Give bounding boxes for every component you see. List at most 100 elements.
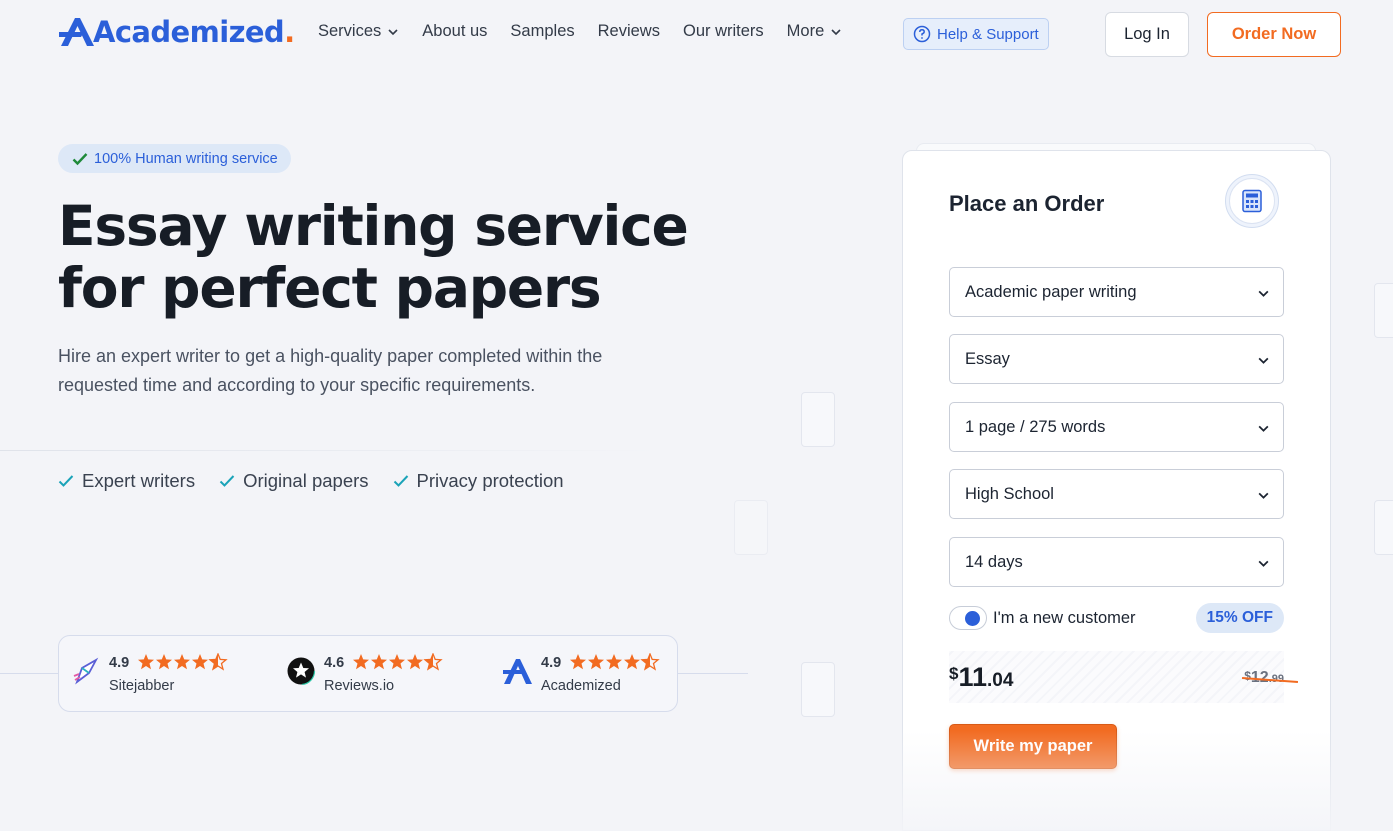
feature-label: Expert writers bbox=[82, 470, 196, 491]
checkmark-icon bbox=[72, 152, 88, 165]
rating-sitejabber[interactable]: 4.9 Sitejabber bbox=[71, 650, 261, 700]
site-header: Academized. Services About us Samples Re… bbox=[0, 0, 1393, 68]
ratings-bar: 4.9 Sitejabber 4.6 Reviews.io 4.9 Academ… bbox=[58, 635, 678, 712]
feature-item: Original papers bbox=[219, 470, 369, 492]
page-count-select[interactable]: 1 page / 275 words bbox=[949, 402, 1284, 452]
help-support-button[interactable]: Help & Support bbox=[903, 18, 1049, 50]
background-tile bbox=[1374, 500, 1393, 555]
calculator-icon bbox=[1242, 189, 1262, 213]
new-customer-row: I'm a new customer 15% OFF bbox=[949, 603, 1284, 633]
nav-item-label: Services bbox=[318, 22, 382, 40]
chevron-down-icon bbox=[1258, 425, 1269, 432]
question-circle-icon bbox=[913, 25, 931, 43]
select-value: Academic paper writing bbox=[965, 282, 1137, 301]
price-cents: .04 bbox=[987, 670, 1014, 691]
price-calculator-button[interactable] bbox=[1225, 174, 1279, 228]
nav-item-label: Reviews bbox=[597, 22, 660, 40]
rating-reviews-io[interactable]: 4.6 Reviews.io bbox=[286, 650, 476, 700]
feature-item: Privacy protection bbox=[393, 470, 564, 492]
select-value: 1 page / 275 words bbox=[965, 417, 1106, 436]
price-display: $11.04 $12.99 bbox=[949, 651, 1299, 703]
new-customer-toggle[interactable] bbox=[949, 606, 987, 630]
background-tile bbox=[1374, 283, 1393, 338]
academic-level-select[interactable]: High School bbox=[949, 469, 1284, 519]
rating-academized[interactable]: 4.9 Academized bbox=[503, 650, 673, 700]
title-line-1: Essay writing service bbox=[58, 194, 689, 258]
price-currency: $ bbox=[949, 664, 959, 683]
rating-source: Reviews.io bbox=[324, 678, 395, 694]
rating-source: Academized bbox=[541, 678, 621, 694]
feature-label: Privacy protection bbox=[416, 470, 564, 491]
background-tile bbox=[801, 662, 835, 717]
write-my-paper-button[interactable]: Write my paper bbox=[949, 724, 1117, 769]
checkmark-icon bbox=[393, 475, 408, 487]
toggle-knob bbox=[965, 611, 980, 626]
background-tile bbox=[801, 392, 835, 447]
academized-logo-icon bbox=[59, 18, 94, 46]
paper-type-select[interactable]: Essay bbox=[949, 334, 1284, 384]
rating-score: 4.9 bbox=[109, 655, 130, 671]
checkmark-icon bbox=[219, 475, 235, 487]
feature-item: Expert writers bbox=[58, 470, 195, 492]
select-value: High School bbox=[965, 484, 1054, 503]
stars-icon bbox=[353, 653, 443, 671]
rating-source: Sitejabber bbox=[109, 678, 175, 694]
human-writing-badge: 100% Human writing service bbox=[58, 144, 291, 173]
star-rating bbox=[569, 653, 660, 671]
divider bbox=[678, 673, 748, 674]
feature-label: Original papers bbox=[243, 470, 369, 491]
rating-score: 4.9 bbox=[541, 655, 562, 671]
chevron-down-icon bbox=[388, 28, 398, 35]
calculator-badge bbox=[1229, 178, 1275, 224]
chevron-down-icon bbox=[1258, 290, 1269, 297]
nav-item-more[interactable]: More bbox=[787, 22, 843, 41]
login-button[interactable]: Log In bbox=[1105, 12, 1189, 57]
order-form-title: Place an Order bbox=[949, 191, 1105, 216]
nav-item-label: Samples bbox=[510, 22, 575, 40]
checkmark-icon bbox=[58, 475, 74, 487]
stars-icon bbox=[570, 653, 660, 671]
feature-list: Expert writers Original papers Privacy p… bbox=[58, 470, 564, 492]
discount-badge: 15% OFF bbox=[1195, 603, 1284, 633]
order-form-card: Place an Order Academic paper writing Es… bbox=[902, 150, 1331, 831]
nav-item-reviews[interactable]: Reviews bbox=[598, 22, 660, 41]
badge-label: 100% Human writing service bbox=[94, 150, 278, 167]
hero-subtitle: Hire an expert writer to get a high-qual… bbox=[58, 346, 603, 395]
brand-logo[interactable]: Academized. bbox=[58, 14, 295, 50]
nav-item-our-writers[interactable]: Our writers bbox=[683, 22, 764, 41]
deadline-select[interactable]: 14 days bbox=[949, 537, 1284, 587]
select-value: Essay bbox=[965, 349, 1010, 368]
sitejabber-icon bbox=[73, 657, 99, 685]
nav-item-services[interactable]: Services bbox=[318, 22, 399, 41]
background-tile bbox=[734, 500, 768, 555]
chevron-down-icon bbox=[831, 28, 841, 35]
chevron-down-icon bbox=[1258, 357, 1269, 364]
price-integer: 11 bbox=[958, 662, 988, 692]
chevron-down-icon bbox=[1258, 560, 1269, 567]
nav-item-samples[interactable]: Samples bbox=[510, 22, 574, 41]
nav-item-label: About us bbox=[422, 22, 488, 40]
old-price: $12.99 bbox=[1242, 669, 1299, 687]
order-now-button[interactable]: Order Now bbox=[1207, 12, 1341, 57]
page-title: Essay writing service for perfect papers bbox=[58, 195, 758, 319]
academized-icon bbox=[503, 659, 532, 684]
brand-name: Academized. bbox=[93, 15, 295, 49]
help-support-label: Help & Support bbox=[937, 25, 1039, 43]
rating-score: 4.6 bbox=[324, 655, 345, 671]
stars-icon bbox=[138, 653, 228, 671]
price-currency: $ bbox=[1244, 669, 1251, 683]
current-price: $11.04 bbox=[949, 662, 1013, 693]
select-value: 14 days bbox=[965, 552, 1023, 571]
new-customer-label: I'm a new customer bbox=[993, 609, 1136, 627]
divider bbox=[0, 450, 660, 451]
nav-item-about-us[interactable]: About us bbox=[422, 22, 487, 41]
main-nav: Services About us Samples Reviews Our wr… bbox=[318, 22, 842, 41]
nav-item-label: More bbox=[786, 22, 825, 40]
nav-item-label: Our writers bbox=[682, 22, 764, 40]
reviews-io-icon bbox=[286, 656, 316, 686]
divider bbox=[0, 673, 58, 674]
chevron-down-icon bbox=[1258, 492, 1269, 499]
title-line-2: for perfect papers bbox=[58, 256, 602, 320]
star-rating bbox=[137, 653, 228, 671]
service-type-select[interactable]: Academic paper writing bbox=[949, 267, 1284, 317]
